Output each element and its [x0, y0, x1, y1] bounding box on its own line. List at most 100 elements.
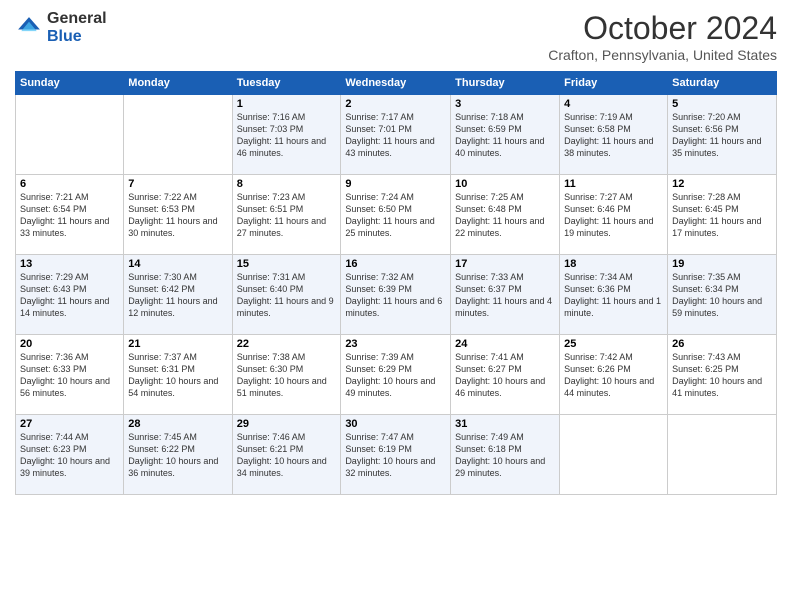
day-number: 21 [128, 338, 227, 350]
calendar-week-row: 1Sunrise: 7:16 AMSunset: 7:03 PMDaylight… [16, 95, 777, 175]
day-number: 9 [345, 178, 446, 190]
calendar-cell: 1Sunrise: 7:16 AMSunset: 7:03 PMDaylight… [232, 95, 341, 175]
day-number: 25 [564, 338, 663, 350]
day-info: Sunrise: 7:19 AMSunset: 6:58 PMDaylight:… [564, 111, 663, 160]
logo-text: General Blue [47, 10, 107, 46]
day-info: Sunrise: 7:45 AMSunset: 6:22 PMDaylight:… [128, 431, 227, 480]
day-info: Sunrise: 7:46 AMSunset: 6:21 PMDaylight:… [237, 431, 337, 480]
day-number: 28 [128, 418, 227, 430]
day-number: 31 [455, 418, 555, 430]
calendar-cell [16, 95, 124, 175]
day-number: 27 [20, 418, 119, 430]
calendar-cell [668, 415, 777, 495]
calendar-page: General Blue October 2024 Crafton, Penns… [0, 0, 792, 612]
day-number: 2 [345, 98, 446, 110]
calendar-week-row: 20Sunrise: 7:36 AMSunset: 6:33 PMDayligh… [16, 335, 777, 415]
day-info: Sunrise: 7:18 AMSunset: 6:59 PMDaylight:… [455, 111, 555, 160]
title-block: October 2024 Crafton, Pennsylvania, Unit… [548, 10, 777, 63]
day-number: 3 [455, 98, 555, 110]
day-number: 14 [128, 258, 227, 270]
day-info: Sunrise: 7:44 AMSunset: 6:23 PMDaylight:… [20, 431, 119, 480]
day-number: 4 [564, 98, 663, 110]
calendar-cell: 5Sunrise: 7:20 AMSunset: 6:56 PMDaylight… [668, 95, 777, 175]
calendar-cell: 7Sunrise: 7:22 AMSunset: 6:53 PMDaylight… [124, 175, 232, 255]
day-info: Sunrise: 7:32 AMSunset: 6:39 PMDaylight:… [345, 271, 446, 320]
day-info: Sunrise: 7:49 AMSunset: 6:18 PMDaylight:… [455, 431, 555, 480]
day-info: Sunrise: 7:16 AMSunset: 7:03 PMDaylight:… [237, 111, 337, 160]
day-info: Sunrise: 7:37 AMSunset: 6:31 PMDaylight:… [128, 351, 227, 400]
day-number: 16 [345, 258, 446, 270]
day-info: Sunrise: 7:41 AMSunset: 6:27 PMDaylight:… [455, 351, 555, 400]
day-info: Sunrise: 7:21 AMSunset: 6:54 PMDaylight:… [20, 191, 119, 240]
calendar-cell: 13Sunrise: 7:29 AMSunset: 6:43 PMDayligh… [16, 255, 124, 335]
day-number: 30 [345, 418, 446, 430]
day-info: Sunrise: 7:35 AMSunset: 6:34 PMDaylight:… [672, 271, 772, 320]
day-number: 20 [20, 338, 119, 350]
location: Crafton, Pennsylvania, United States [548, 47, 777, 63]
day-number: 18 [564, 258, 663, 270]
day-number: 6 [20, 178, 119, 190]
calendar-cell [124, 95, 232, 175]
logo-icon [15, 14, 43, 42]
calendar-cell: 23Sunrise: 7:39 AMSunset: 6:29 PMDayligh… [341, 335, 451, 415]
day-info: Sunrise: 7:25 AMSunset: 6:48 PMDaylight:… [455, 191, 555, 240]
calendar-cell: 27Sunrise: 7:44 AMSunset: 6:23 PMDayligh… [16, 415, 124, 495]
calendar-cell: 22Sunrise: 7:38 AMSunset: 6:30 PMDayligh… [232, 335, 341, 415]
calendar-cell: 12Sunrise: 7:28 AMSunset: 6:45 PMDayligh… [668, 175, 777, 255]
calendar-cell: 16Sunrise: 7:32 AMSunset: 6:39 PMDayligh… [341, 255, 451, 335]
calendar-cell: 21Sunrise: 7:37 AMSunset: 6:31 PMDayligh… [124, 335, 232, 415]
day-number: 24 [455, 338, 555, 350]
col-wednesday: Wednesday [341, 72, 451, 95]
day-number: 23 [345, 338, 446, 350]
calendar-cell: 14Sunrise: 7:30 AMSunset: 6:42 PMDayligh… [124, 255, 232, 335]
day-info: Sunrise: 7:39 AMSunset: 6:29 PMDaylight:… [345, 351, 446, 400]
day-number: 11 [564, 178, 663, 190]
calendar-cell: 30Sunrise: 7:47 AMSunset: 6:19 PMDayligh… [341, 415, 451, 495]
calendar-cell: 6Sunrise: 7:21 AMSunset: 6:54 PMDaylight… [16, 175, 124, 255]
day-info: Sunrise: 7:20 AMSunset: 6:56 PMDaylight:… [672, 111, 772, 160]
calendar-cell: 9Sunrise: 7:24 AMSunset: 6:50 PMDaylight… [341, 175, 451, 255]
logo: General Blue [15, 10, 107, 46]
day-info: Sunrise: 7:31 AMSunset: 6:40 PMDaylight:… [237, 271, 337, 320]
calendar-cell: 10Sunrise: 7:25 AMSunset: 6:48 PMDayligh… [451, 175, 560, 255]
calendar-cell [560, 415, 668, 495]
calendar-cell: 26Sunrise: 7:43 AMSunset: 6:25 PMDayligh… [668, 335, 777, 415]
day-info: Sunrise: 7:28 AMSunset: 6:45 PMDaylight:… [672, 191, 772, 240]
calendar-cell: 4Sunrise: 7:19 AMSunset: 6:58 PMDaylight… [560, 95, 668, 175]
day-info: Sunrise: 7:30 AMSunset: 6:42 PMDaylight:… [128, 271, 227, 320]
calendar-cell: 28Sunrise: 7:45 AMSunset: 6:22 PMDayligh… [124, 415, 232, 495]
calendar-cell: 17Sunrise: 7:33 AMSunset: 6:37 PMDayligh… [451, 255, 560, 335]
calendar-cell: 18Sunrise: 7:34 AMSunset: 6:36 PMDayligh… [560, 255, 668, 335]
day-info: Sunrise: 7:42 AMSunset: 6:26 PMDaylight:… [564, 351, 663, 400]
day-info: Sunrise: 7:47 AMSunset: 6:19 PMDaylight:… [345, 431, 446, 480]
day-number: 8 [237, 178, 337, 190]
day-info: Sunrise: 7:38 AMSunset: 6:30 PMDaylight:… [237, 351, 337, 400]
day-info: Sunrise: 7:33 AMSunset: 6:37 PMDaylight:… [455, 271, 555, 320]
month-title: October 2024 [548, 10, 777, 47]
day-number: 26 [672, 338, 772, 350]
day-info: Sunrise: 7:17 AMSunset: 7:01 PMDaylight:… [345, 111, 446, 160]
col-tuesday: Tuesday [232, 72, 341, 95]
calendar-table: Sunday Monday Tuesday Wednesday Thursday… [15, 71, 777, 495]
day-number: 17 [455, 258, 555, 270]
day-number: 15 [237, 258, 337, 270]
day-number: 29 [237, 418, 337, 430]
day-info: Sunrise: 7:43 AMSunset: 6:25 PMDaylight:… [672, 351, 772, 400]
col-thursday: Thursday [451, 72, 560, 95]
col-saturday: Saturday [668, 72, 777, 95]
day-number: 22 [237, 338, 337, 350]
day-info: Sunrise: 7:23 AMSunset: 6:51 PMDaylight:… [237, 191, 337, 240]
day-number: 10 [455, 178, 555, 190]
day-number: 7 [128, 178, 227, 190]
day-number: 13 [20, 258, 119, 270]
day-number: 1 [237, 98, 337, 110]
calendar-cell: 31Sunrise: 7:49 AMSunset: 6:18 PMDayligh… [451, 415, 560, 495]
calendar-cell: 3Sunrise: 7:18 AMSunset: 6:59 PMDaylight… [451, 95, 560, 175]
calendar-cell: 2Sunrise: 7:17 AMSunset: 7:01 PMDaylight… [341, 95, 451, 175]
day-info: Sunrise: 7:34 AMSunset: 6:36 PMDaylight:… [564, 271, 663, 320]
header-row: Sunday Monday Tuesday Wednesday Thursday… [16, 72, 777, 95]
calendar-week-row: 6Sunrise: 7:21 AMSunset: 6:54 PMDaylight… [16, 175, 777, 255]
calendar-cell: 20Sunrise: 7:36 AMSunset: 6:33 PMDayligh… [16, 335, 124, 415]
col-friday: Friday [560, 72, 668, 95]
day-info: Sunrise: 7:29 AMSunset: 6:43 PMDaylight:… [20, 271, 119, 320]
